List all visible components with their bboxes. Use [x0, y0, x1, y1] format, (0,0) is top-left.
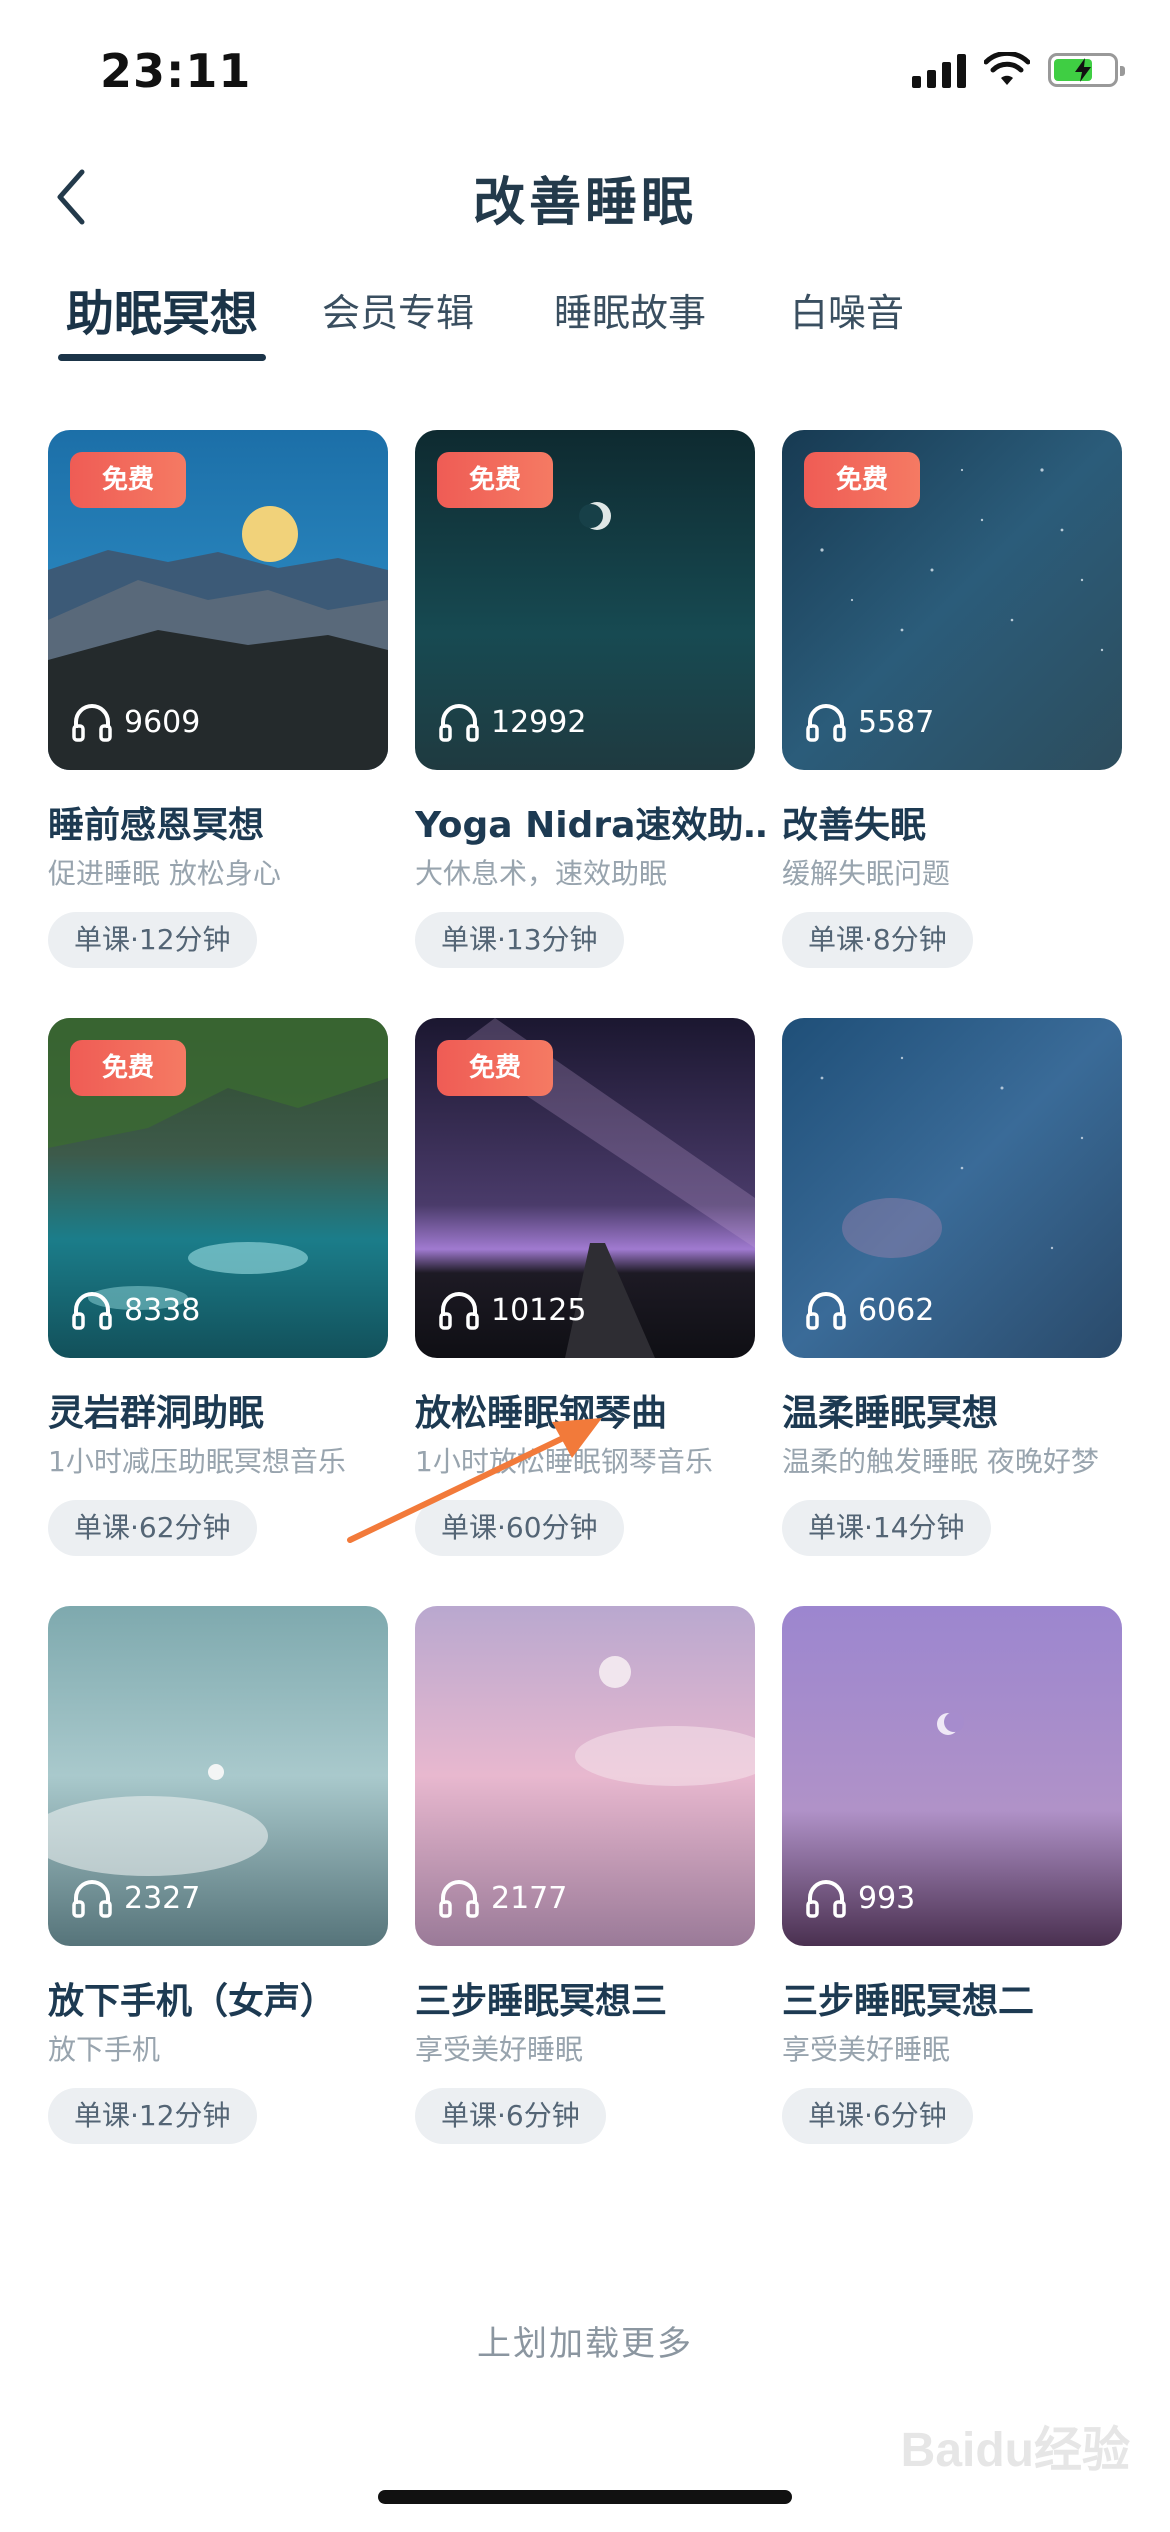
tab-bar: 助眠冥想 会员专辑 睡眠故事 白噪音: [0, 270, 1170, 370]
course-subtitle: 促进睡眠 放松身心: [48, 857, 281, 890]
headphones-icon: [72, 1880, 112, 1918]
headphones-icon: [806, 704, 846, 742]
play-count: 5587: [804, 700, 934, 744]
tab-meditation[interactable]: 助眠冥想: [66, 274, 258, 344]
course-title: 改善失眠: [782, 805, 927, 846]
course-subtitle: 享受美好睡眠: [782, 2033, 951, 2066]
play-count-value: 2327: [124, 1880, 201, 1916]
play-count: 10125: [437, 1288, 586, 1332]
course-cover-image: 免费 12992: [415, 430, 755, 770]
course-cover-image: 免费 8338: [48, 1018, 388, 1358]
tab-sleep-stories[interactable]: 睡眠故事: [554, 282, 706, 337]
course-cover-image: 免费 9609: [48, 430, 388, 770]
course-card[interactable]: 免费 5587 改善失眠 缓解失眠问题 单课·8分钟: [782, 430, 1122, 990]
play-count: 2177: [437, 1876, 567, 1920]
course-duration-tag: 单课·14分钟: [782, 1500, 991, 1556]
status-time: 23:11: [100, 44, 252, 98]
play-count-value: 6062: [858, 1292, 935, 1328]
headphones-icon: [806, 1292, 846, 1330]
play-count: 6062: [804, 1288, 934, 1332]
headphones-icon: [439, 704, 479, 742]
play-count-value: 12992: [491, 704, 587, 740]
course-cover-image: 2327: [48, 1606, 388, 1946]
course-subtitle: 放下手机: [48, 2033, 161, 2066]
course-title: 温柔睡眠冥想: [782, 1393, 999, 1434]
headphones-icon: [72, 1292, 112, 1330]
course-subtitle: 大休息术，速效助眠: [415, 857, 668, 890]
status-icons: [912, 52, 1125, 88]
play-count-value: 5587: [858, 704, 935, 740]
status-bar: 23:11: [0, 0, 1170, 140]
home-indicator: [378, 2490, 792, 2504]
headphones-icon: [806, 1880, 846, 1918]
course-cover-image: 2177: [415, 1606, 755, 1946]
course-duration-tag: 单课·13分钟: [415, 912, 624, 968]
free-badge: 免费: [70, 452, 187, 508]
headphones-icon: [439, 1880, 479, 1918]
headphones-icon: [72, 704, 112, 742]
play-count-value: 10125: [491, 1292, 587, 1328]
course-card[interactable]: 免费 12992 Yoga Nidra速效助… 大休息术，速效助眠 单课·13分…: [415, 430, 765, 990]
course-card[interactable]: 993 三步睡眠冥想二 享受美好睡眠 单课·6分钟: [782, 1606, 1122, 2166]
play-count: 2327: [70, 1876, 200, 1920]
course-duration-tag: 单课·6分钟: [782, 2088, 973, 2144]
baidu-watermark: Baidu经验: [900, 2424, 1130, 2477]
annotation-arrow-icon: [347, 1418, 602, 1543]
free-badge: 免费: [437, 1040, 554, 1096]
play-count: 12992: [437, 700, 586, 744]
course-card[interactable]: 6062 温柔睡眠冥想 温柔的触发睡眠 夜晚好梦 单课·14分钟: [782, 1018, 1122, 1578]
course-title: 三步睡眠冥想二: [782, 1981, 1035, 2022]
course-cover-image: 免费 10125: [415, 1018, 755, 1358]
wifi-icon: [984, 52, 1030, 85]
course-cover-image: 993: [782, 1606, 1122, 1946]
play-count: 9609: [70, 700, 200, 744]
play-count-value: 9609: [124, 704, 201, 740]
active-tab-indicator: [58, 354, 266, 361]
play-count: 8338: [70, 1288, 200, 1332]
course-duration-tag: 单课·12分钟: [48, 912, 257, 968]
course-subtitle: 享受美好睡眠: [415, 2033, 584, 2066]
free-badge: 免费: [437, 452, 554, 508]
play-count-value: 8338: [124, 1292, 201, 1328]
course-title: 睡前感恩冥想: [48, 805, 265, 846]
cellular-signal-icon: [912, 52, 966, 88]
course-card[interactable]: 2327 放下手机（女声） 放下手机 单课·12分钟: [48, 1606, 388, 2166]
course-card[interactable]: 2177 三步睡眠冥想三 享受美好睡眠 单课·6分钟: [415, 1606, 755, 2166]
play-count: 993: [804, 1876, 915, 1920]
page-title: 改善睡眠: [472, 173, 697, 233]
course-cover-image: 免费 5587: [782, 430, 1122, 770]
course-duration-tag: 单课·6分钟: [415, 2088, 606, 2144]
free-badge: 免费: [804, 452, 921, 508]
headphones-icon: [439, 1292, 479, 1330]
tab-member-albums[interactable]: 会员专辑: [322, 282, 474, 337]
course-duration-tag: 单课·8分钟: [782, 912, 973, 968]
course-subtitle: 温柔的触发睡眠 夜晚好梦: [782, 1445, 1099, 1478]
battery-icon: [1048, 53, 1125, 87]
play-count-value: 993: [858, 1880, 916, 1916]
course-duration-tag: 单课·12分钟: [48, 2088, 257, 2144]
course-title: 三步睡眠冥想三: [415, 1981, 668, 2022]
play-count-value: 2177: [491, 1880, 568, 1916]
course-card[interactable]: 免费 8338 灵岩群洞助眠 1小时减压助眠冥想音乐 单课·62分钟: [48, 1018, 388, 1578]
course-title: 放下手机（女声）: [48, 1981, 337, 2022]
course-duration-tag: 单课·62分钟: [48, 1500, 257, 1556]
free-badge: 免费: [70, 1040, 187, 1096]
load-more-hint: 上划加载更多: [477, 2324, 693, 2364]
nav-bar: 改善睡眠: [0, 140, 1170, 260]
course-card[interactable]: 免费 9609 睡前感恩冥想 促进睡眠 放松身心 单课·12分钟: [48, 430, 388, 990]
tab-white-noise[interactable]: 白噪音: [790, 282, 904, 337]
course-subtitle: 缓解失眠问题: [782, 857, 951, 890]
course-title: Yoga Nidra速效助…: [415, 805, 765, 846]
course-cover-image: 6062: [782, 1018, 1122, 1358]
